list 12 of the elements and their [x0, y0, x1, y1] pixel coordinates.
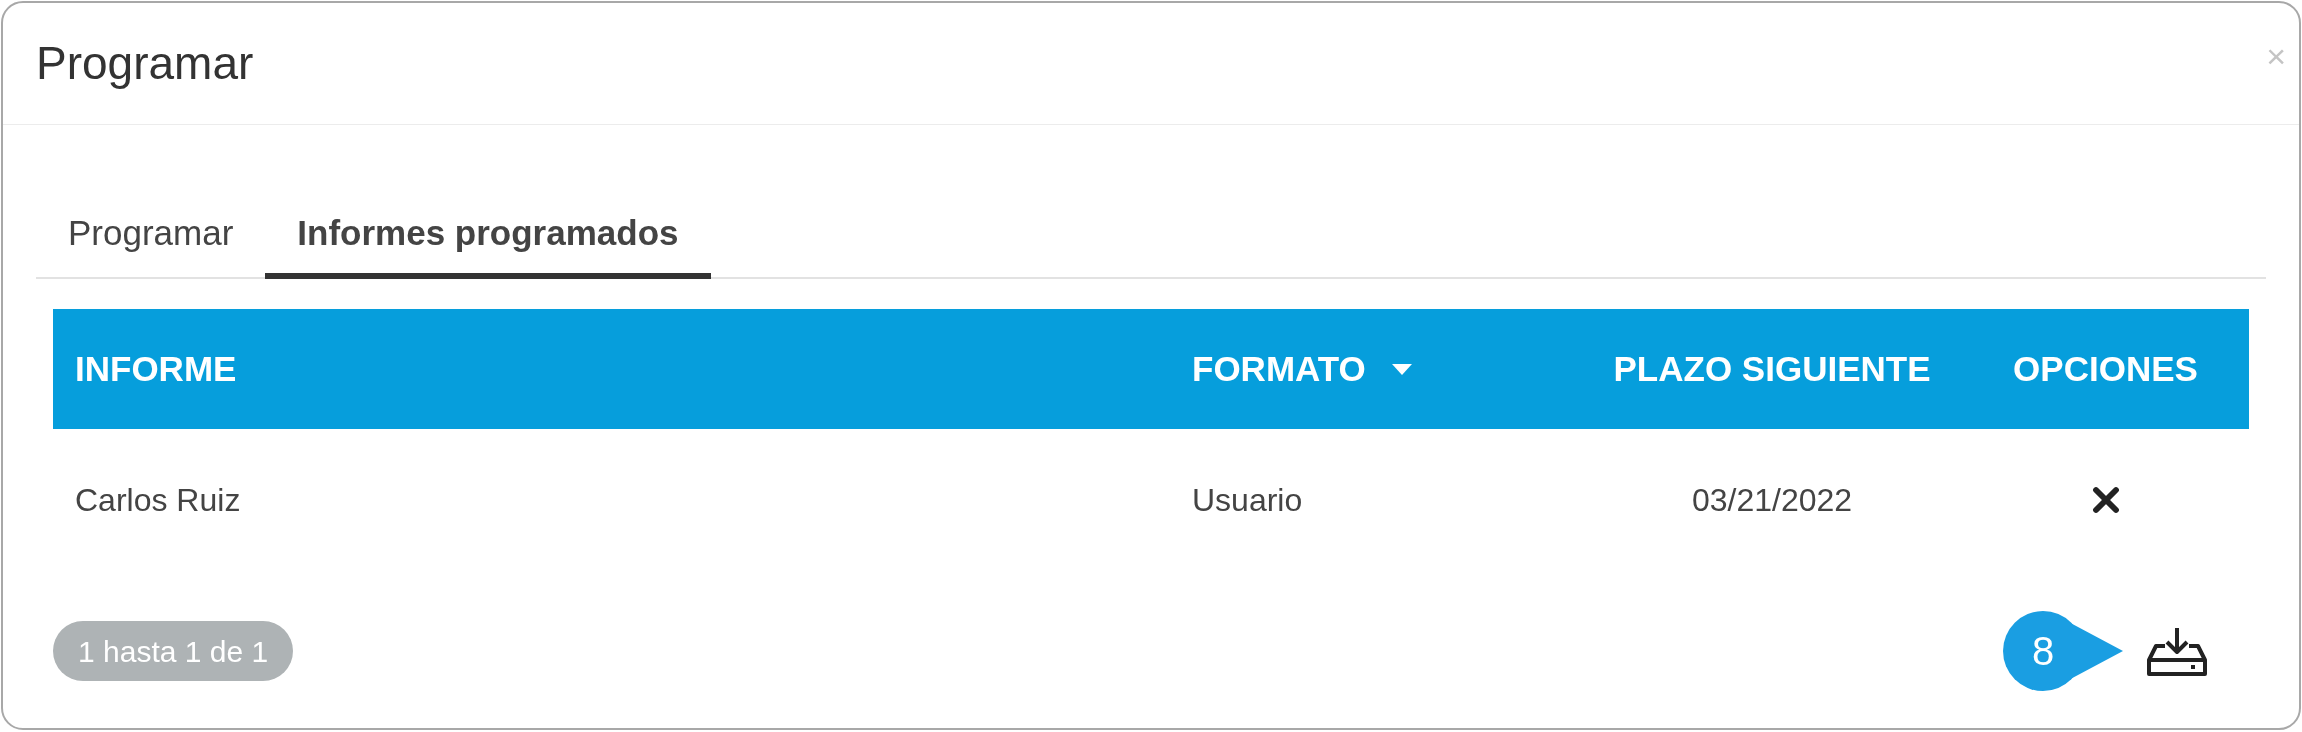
tab[interactable]: Programar — [36, 193, 266, 279]
tab[interactable]: Informes programados — [265, 193, 711, 279]
column-header: INFORME — [75, 347, 237, 390]
dialog-title: Programar — [36, 36, 254, 91]
column-header: OPCIONES — [2013, 347, 2198, 390]
table-cell-text: 03/21/2022 — [1691, 481, 1853, 520]
pagination-label: 1 hasta 1 de 1 — [53, 621, 294, 681]
download-icon — [2147, 626, 2207, 676]
column-header: PLAZO SIGUIENTE — [1613, 347, 1931, 390]
table-cell-text: Usuario — [1192, 481, 1303, 520]
sort-caret-icon — [1391, 363, 1412, 375]
table-cell-text: Carlos Ruiz — [75, 481, 241, 520]
